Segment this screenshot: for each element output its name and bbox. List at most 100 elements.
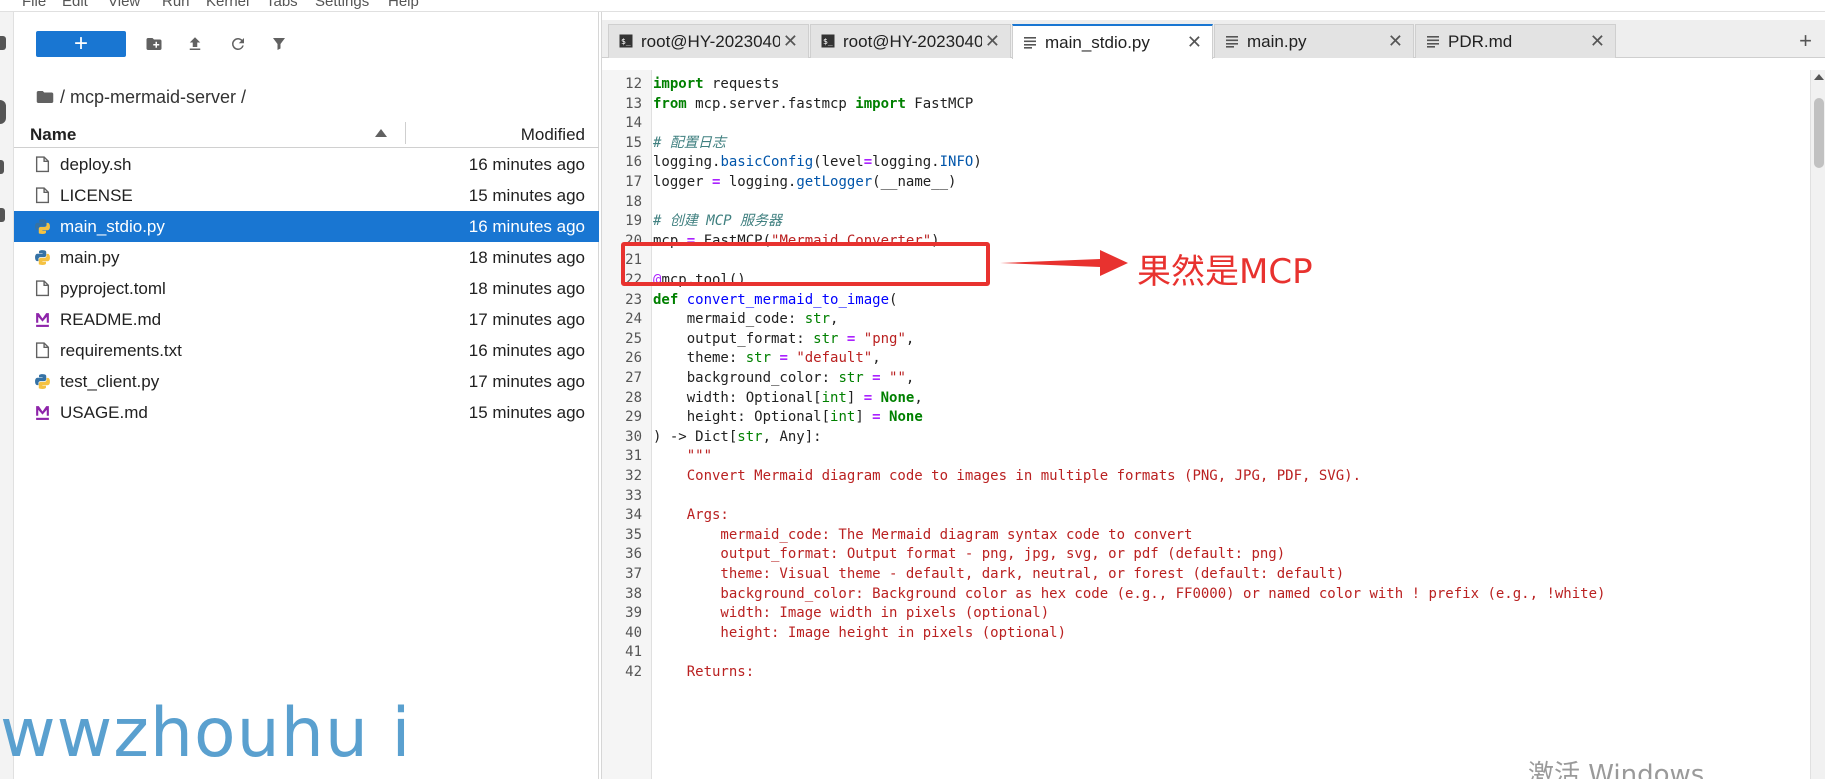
file-name[interactable]: LICENSE: [60, 186, 133, 206]
file-row[interactable]: README.md 17 minutes ago: [14, 304, 599, 335]
activity-marker[interactable]: [0, 160, 4, 174]
terminal-icon: $_: [821, 34, 835, 48]
tab-label: root@HY-20230407VE: [843, 31, 982, 51]
scrollbar-thumb[interactable]: [1814, 98, 1824, 168]
file-name[interactable]: requirements.txt: [60, 341, 182, 361]
annotation-arrow: [1000, 250, 1128, 276]
activity-marker[interactable]: [0, 208, 5, 222]
file-browser-panel: + / mcp-mermaid-server / Name Modified d…: [14, 12, 599, 779]
editor-area: PDR.md ✕ main.py ✕ main_stdio.py ✕ $_ root@HY-2…: [601, 12, 1825, 779]
tab-5[interactable]: PDR.md ✕: [1415, 24, 1616, 58]
file-browser-toolbar: +: [14, 12, 599, 74]
menu-item[interactable]: View: [108, 0, 140, 10]
sort-ascending-icon[interactable]: [375, 129, 387, 137]
close-icon[interactable]: ✕: [1187, 32, 1202, 53]
tab-4[interactable]: main.py ✕: [1214, 24, 1414, 58]
file-list: deploy.sh 16 minutes ago LICENSE 15 minutes…: [14, 149, 599, 428]
code-text[interactable]: Returns:: [653, 661, 754, 683]
menu-item[interactable]: File: [22, 0, 46, 10]
tab-3[interactable]: main_stdio.py ✕: [1012, 24, 1213, 59]
activity-marker[interactable]: [0, 36, 6, 50]
file-modified: 15 minutes ago: [468, 185, 585, 205]
annotation-highlight-box: [621, 242, 990, 286]
file-modified: 18 minutes ago: [468, 247, 585, 267]
file-icon: [34, 342, 51, 359]
new-folder-icon[interactable]: [144, 34, 164, 54]
python-icon: [34, 249, 51, 266]
file-row[interactable]: USAGE.md 15 minutes ago: [14, 397, 599, 428]
tab-label: PDR.md: [1448, 31, 1513, 51]
file-modified: 17 minutes ago: [468, 309, 585, 329]
svg-text:$_: $_: [823, 37, 833, 46]
breadcrumb[interactable]: / mcp-mermaid-server /: [36, 86, 246, 108]
tab-label: main_stdio.py: [1045, 32, 1150, 52]
file-row[interactable]: requirements.txt 16 minutes ago: [14, 335, 599, 366]
column-modified-header[interactable]: Modified: [521, 125, 585, 145]
file-name[interactable]: USAGE.md: [60, 403, 148, 423]
file-name[interactable]: main.py: [60, 248, 120, 268]
breadcrumb-path[interactable]: / mcp-mermaid-server /: [60, 87, 246, 108]
tab-bar: PDR.md ✕ main.py ✕ main_stdio.py ✕ $_ root@HY-2…: [602, 20, 1825, 59]
menu-bar: File Edit View Run Kernel Tabs Settings Help: [0, 0, 1825, 12]
python-icon: [34, 218, 51, 235]
new-launcher-button[interactable]: +: [36, 31, 126, 57]
add-tab-button[interactable]: +: [1799, 28, 1812, 54]
python-icon: [34, 373, 51, 390]
watermark-text: wwzhouhu i: [0, 694, 412, 773]
text-file-icon: [1426, 34, 1440, 48]
file-modified: 16 minutes ago: [468, 154, 585, 174]
markdown-icon: [34, 404, 51, 421]
annotation-label: 果然是MCP: [1137, 252, 1313, 292]
tab-label: main.py: [1247, 31, 1307, 51]
menu-item[interactable]: Run: [162, 0, 190, 10]
folder-icon: [36, 91, 54, 103]
file-name[interactable]: pyproject.toml: [60, 279, 166, 299]
menu-item[interactable]: Tabs: [266, 0, 298, 10]
file-name[interactable]: main_stdio.py: [60, 217, 165, 237]
close-icon[interactable]: ✕: [1590, 31, 1605, 52]
column-divider[interactable]: [405, 122, 406, 144]
file-row[interactable]: main.py 18 minutes ago: [14, 242, 599, 273]
file-modified: 15 minutes ago: [468, 402, 585, 422]
activity-bar: [0, 12, 14, 779]
file-row[interactable]: test_client.py 17 minutes ago: [14, 366, 599, 397]
tab-label: root@HY-20230407VE: [641, 31, 780, 51]
file-icon: [34, 187, 51, 204]
file-name[interactable]: test_client.py: [60, 372, 159, 392]
text-file-icon: [1225, 34, 1239, 48]
code-line[interactable]: 42 Returns:: [602, 661, 1802, 683]
file-row[interactable]: LICENSE 15 minutes ago: [14, 180, 599, 211]
file-row[interactable]: deploy.sh 16 minutes ago: [14, 149, 599, 180]
column-name-header[interactable]: Name: [30, 125, 76, 145]
file-name[interactable]: deploy.sh: [60, 155, 132, 175]
text-file-icon: [1023, 35, 1037, 49]
tab-1[interactable]: $_ root@HY-20230407VE✕: [608, 24, 809, 58]
upload-icon[interactable]: [185, 34, 205, 54]
file-modified: 17 minutes ago: [468, 371, 585, 391]
close-icon[interactable]: ✕: [783, 31, 798, 52]
refresh-icon[interactable]: [228, 34, 248, 54]
menu-item[interactable]: Help: [388, 0, 419, 10]
menu-item[interactable]: Settings: [315, 0, 369, 10]
menu-item[interactable]: Edit: [62, 0, 88, 10]
file-row[interactable]: pyproject.toml 18 minutes ago: [14, 273, 599, 304]
activity-marker[interactable]: [0, 100, 6, 124]
vertical-scrollbar[interactable]: [1810, 70, 1825, 779]
file-icon: [34, 156, 51, 173]
menu-item[interactable]: Kernel: [206, 0, 249, 10]
svg-text:$_: $_: [621, 37, 631, 46]
tab-2[interactable]: $_ root@HY-20230407VE✕: [810, 24, 1011, 58]
code-editor[interactable]: 12 import requests 13 from mcp.server.fastm…: [602, 70, 1802, 779]
markdown-icon: [34, 311, 51, 328]
file-row[interactable]: main_stdio.py 16 minutes ago: [14, 211, 599, 242]
close-icon[interactable]: ✕: [985, 31, 1000, 52]
filter-icon[interactable]: [269, 34, 289, 54]
activate-windows-overlay: 激活 Windows: [1528, 760, 1705, 779]
scroll-up-icon[interactable]: [1814, 74, 1824, 80]
file-modified: 16 minutes ago: [468, 216, 585, 236]
file-name[interactable]: README.md: [60, 310, 161, 330]
file-icon: [34, 280, 51, 297]
file-list-header: Name Modified: [14, 120, 599, 148]
file-modified: 16 minutes ago: [468, 340, 585, 360]
close-icon[interactable]: ✕: [1388, 31, 1403, 52]
